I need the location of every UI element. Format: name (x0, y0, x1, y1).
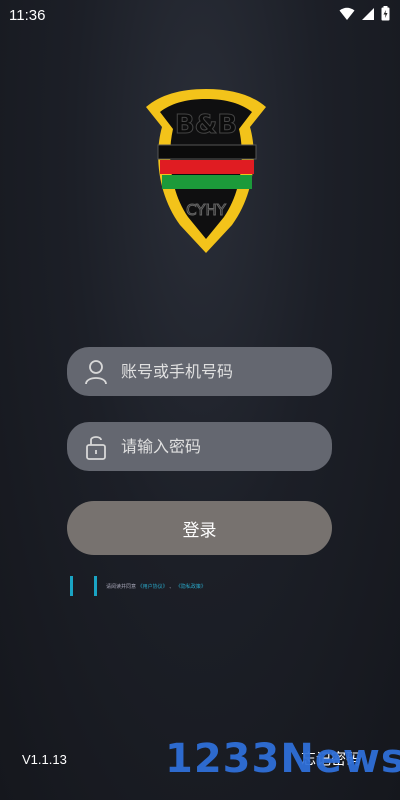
user-agreement-link[interactable]: 《用户协议》 (138, 584, 168, 590)
wifi-icon (339, 6, 355, 25)
status-icons (339, 6, 390, 25)
login-button[interactable]: 登录 (67, 501, 332, 555)
password-input[interactable] (119, 436, 332, 457)
battery-icon (381, 6, 390, 25)
lock-icon (83, 434, 109, 460)
app-logo: B&B CYHY (140, 85, 273, 257)
app-version: V1.1.13 (22, 752, 67, 767)
watermark: 1233News (165, 736, 400, 782)
logo-bottom-text: CYHY (186, 201, 227, 219)
account-input[interactable] (119, 361, 332, 382)
agreement-row: 请阅读并同意 《用户协议》 、 《隐私政策》 (70, 576, 270, 596)
agreement-text: 请阅读并同意 (106, 584, 137, 590)
agreement-checkbox[interactable] (70, 576, 73, 596)
account-field[interactable] (67, 347, 332, 396)
password-field[interactable] (67, 422, 332, 471)
signal-icon (361, 6, 375, 25)
login-button-label: 登录 (182, 520, 217, 541)
privacy-policy-link[interactable]: 《隐私政策》 (176, 584, 206, 590)
status-time: 11:36 (9, 7, 46, 24)
user-icon (83, 359, 109, 385)
logo-top-text: B&B (175, 110, 237, 140)
status-bar: 11:36 (0, 0, 400, 32)
agreement-separator: 、 (169, 584, 175, 590)
agreement-divider (94, 576, 97, 596)
